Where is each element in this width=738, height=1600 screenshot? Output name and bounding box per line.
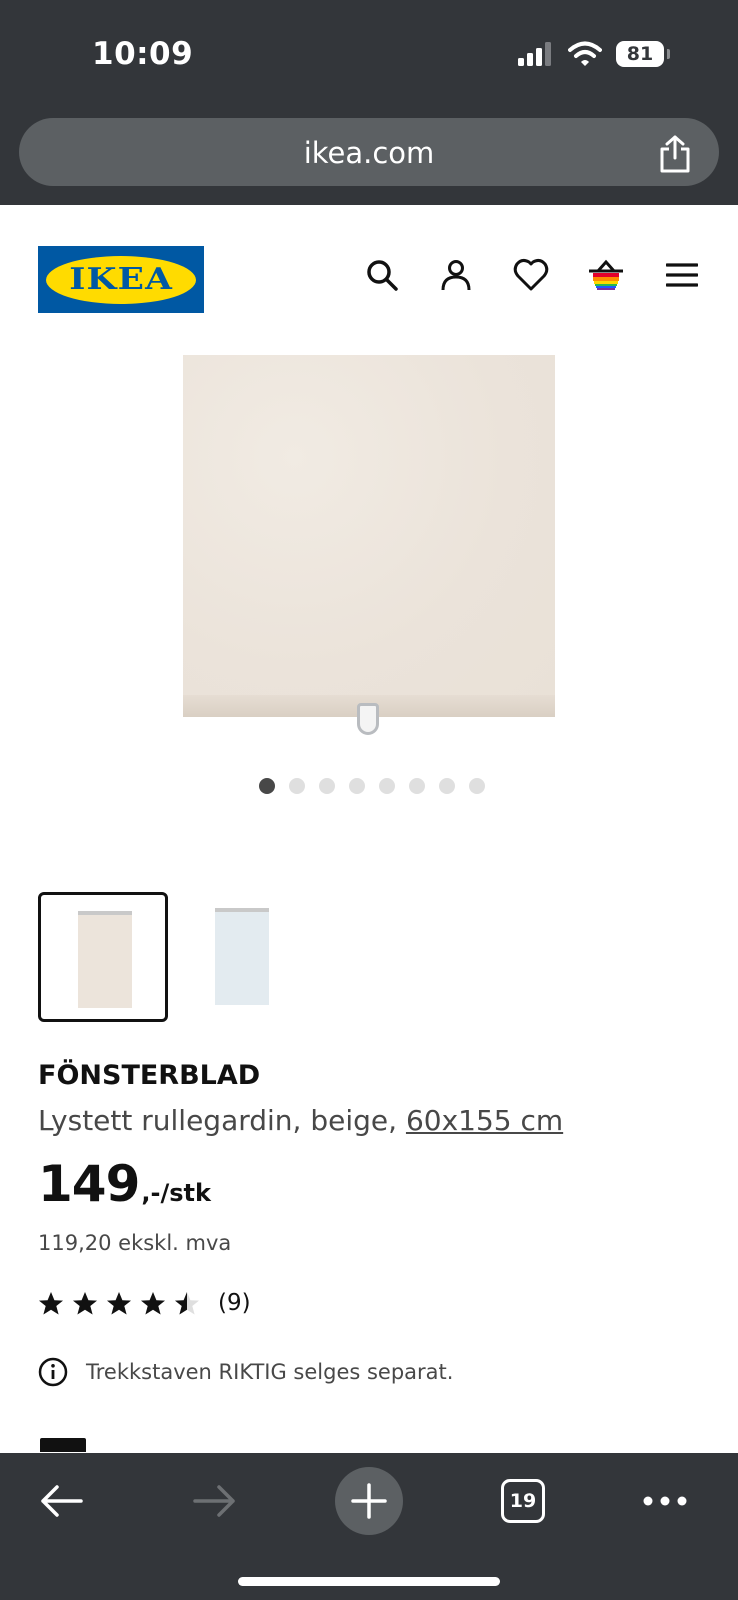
back-arrow-icon [41,1485,83,1517]
price-suffix: ,-/stk [141,1179,211,1207]
tab-count: 19 [501,1479,545,1523]
info-note: Trekkstaven RIKTIG selges separat. [38,1357,453,1387]
price-value: 149 [38,1155,140,1213]
more-dots-icon [643,1496,687,1506]
ikea-logo[interactable]: IKEA [38,246,204,313]
menu-icon[interactable] [662,255,702,295]
battery-level: 81 [626,43,654,65]
home-indicator [238,1577,500,1586]
carousel-dot[interactable] [289,778,305,794]
basket-icon[interactable] [586,255,626,295]
product-name: FÖNSTERBLAD [38,1060,261,1091]
carousel-indicator[interactable] [0,778,738,794]
star-icon [107,1291,131,1314]
product-size-link[interactable]: 60x155 cm [406,1104,563,1137]
carousel-dot[interactable] [439,778,455,794]
review-count[interactable]: (9) [218,1290,251,1316]
back-button[interactable] [36,1471,86,1531]
carousel-dot[interactable] [319,778,335,794]
product-price: 149 ,-/stk [38,1155,211,1213]
battery-indicator: 81 [616,41,670,67]
forward-button[interactable] [190,1471,240,1531]
browser-top-chrome: 10:09 81 ikea.com [0,0,738,205]
browser-bottom-toolbar: 19 [0,1453,738,1600]
signal-icon [518,42,551,66]
url-text[interactable]: ikea.com [19,136,719,170]
info-text: Trekkstaven RIKTIG selges separat. [86,1360,454,1384]
carousel-dot[interactable] [379,778,395,794]
variant-thumbnail-blue[interactable] [178,892,308,1022]
product-image[interactable] [183,355,555,735]
info-icon [38,1357,68,1387]
more-button[interactable] [640,1471,690,1531]
roller-blind-fabric [183,355,555,695]
blue-blind-thumbnail-image [215,908,269,1005]
logo-oval: IKEA [46,255,196,304]
carousel-dot[interactable] [409,778,425,794]
forward-arrow-icon [193,1485,235,1517]
product-description-text: Lystett rullegardin, beige, [38,1104,406,1137]
logo-text: IKEA [69,262,173,297]
beige-blind-thumbnail-image [78,911,132,1008]
carousel-dot[interactable] [349,778,365,794]
address-bar[interactable]: ikea.com [19,118,719,186]
star-icon [175,1291,199,1314]
carousel-dot[interactable] [259,778,275,794]
search-icon[interactable] [362,255,402,295]
product-rating[interactable]: (9) [38,1290,251,1316]
variant-thumbnail-beige[interactable] [38,892,168,1022]
wifi-icon [568,41,602,66]
site-header: IKEA [0,205,738,335]
carousel-dot[interactable] [469,778,485,794]
product-description: Lystett rullegardin, beige, 60x155 cm [38,1104,563,1137]
status-icons: 81 [518,40,670,68]
star-icon [73,1291,97,1314]
status-time: 10:09 [92,36,194,72]
share-icon[interactable] [657,134,693,174]
account-icon[interactable] [436,255,476,295]
delivery-icon [40,1438,86,1452]
star-icon [39,1291,63,1314]
new-tab-button[interactable] [335,1467,403,1535]
plus-icon [351,1483,387,1519]
blind-pull-cord [357,703,379,735]
star-icon [141,1291,165,1314]
tabs-button[interactable]: 19 [498,1471,548,1531]
heart-icon[interactable] [511,255,551,295]
price-ex-vat: 119,20 ekskl. mva [38,1231,232,1255]
